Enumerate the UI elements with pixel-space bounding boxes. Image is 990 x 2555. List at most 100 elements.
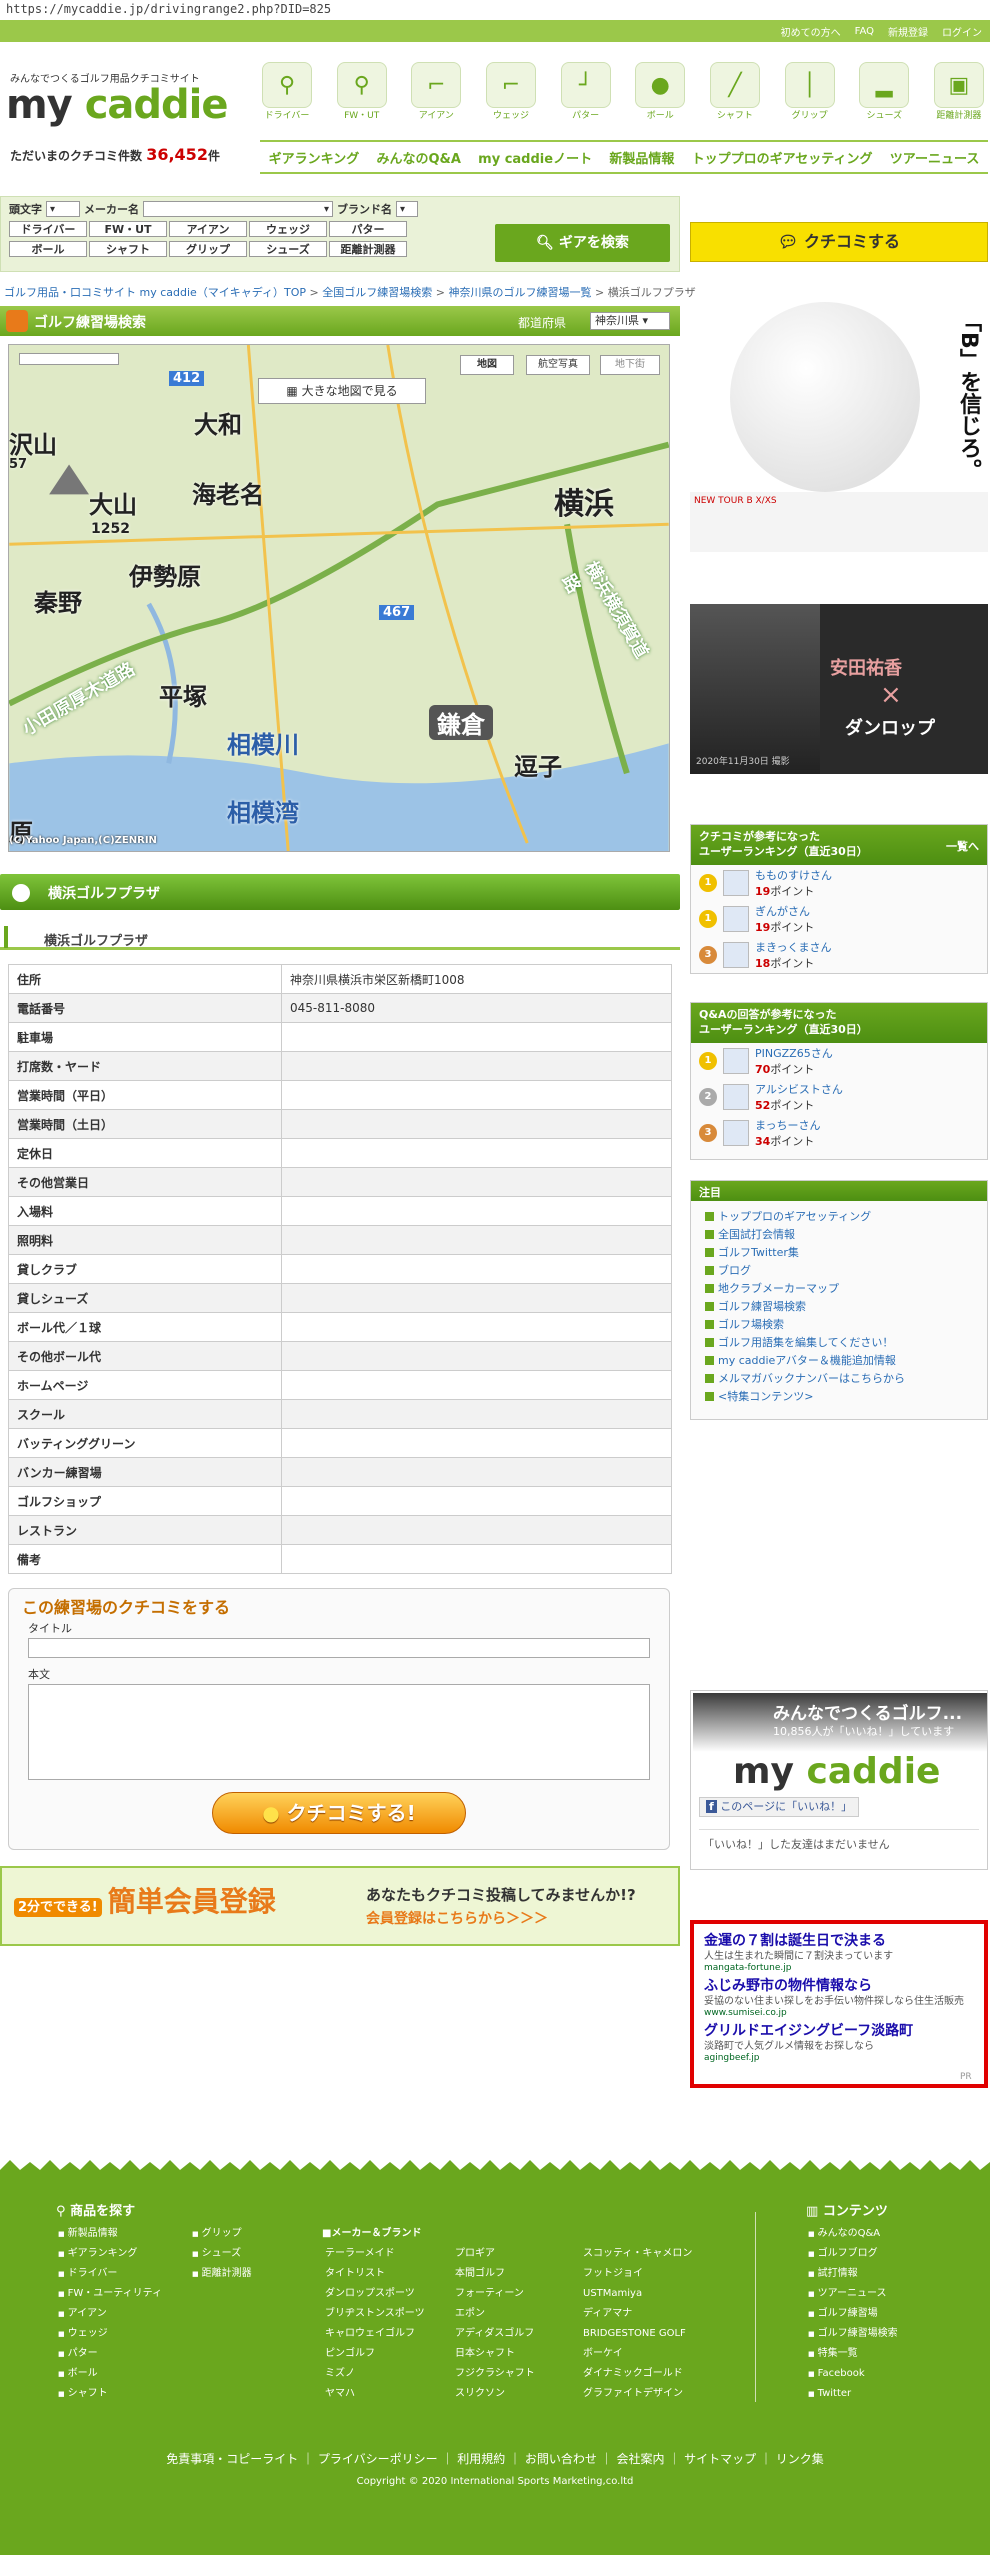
map-type-underground[interactable]: 地下街 [600,355,660,375]
footer-links[interactable]: 免責事項・コピーライト ｜ プライバシーポリシー ｜ 利用規約 ｜ お問い合わせ… [0,2450,990,2467]
featured-item[interactable]: ゴルフ場検索 [705,1315,987,1333]
brand-select[interactable]: ▾ [396,201,418,217]
ad-title[interactable]: 金運の７割は誕生日で決まる [704,1930,974,1950]
footer-link[interactable]: フジクラシャフト [452,2364,535,2384]
ranking-user[interactable]: もものすけさん [755,867,832,883]
featured-item[interactable]: トッププロのギアセッティング [705,1207,987,1225]
breadcrumb-kanagawa[interactable]: 神奈川県のゴルフ練習場一覧 [448,286,591,299]
search-shoes-button[interactable]: シューズ [249,241,327,257]
footer-link[interactable]: テーラーメイド [322,2244,425,2264]
footer-link[interactable]: グラファイトデザイン [580,2384,692,2404]
cat-ball[interactable]: ● ボール [631,62,689,121]
footer-link[interactable]: BRIDGESTONE GOLF [580,2324,692,2344]
footer-link[interactable]: ヤマハ [322,2384,425,2404]
initial-select[interactable]: ▾ [46,201,80,217]
search-grip-button[interactable]: グリップ [169,241,247,257]
footer-link[interactable]: スリクソン [452,2384,535,2404]
footer-link[interactable]: ダイナミックゴールド [580,2364,692,2384]
footer-link[interactable]: ウェッジ [58,2324,162,2344]
breadcrumb-range-search[interactable]: 全国ゴルフ練習場検索 [322,286,432,299]
kuchikomi-button[interactable]: 💬︎ クチコミする [690,222,988,262]
footer-link[interactable]: ツアーニュース [808,2284,898,2304]
search-putter-button[interactable]: パター [329,221,407,237]
cat-driver[interactable]: ⚲ ドライバー [258,62,316,121]
prefecture-select[interactable]: 神奈川県 ▾ [590,312,670,330]
maker-select[interactable]: ▾ [143,201,333,217]
site-logo[interactable]: my caddie [6,82,229,128]
search-driver-button[interactable]: ドライバー [9,221,87,237]
footer-link[interactable]: ゴルフブログ [808,2244,898,2264]
footer-link[interactable]: 距離計測器 [192,2264,252,2284]
search-ball-button[interactable]: ボール [9,241,87,257]
footer-link[interactable]: みんなのQ&A [808,2224,898,2244]
cat-iron[interactable]: ⌐ アイアン [407,62,465,121]
footer-link[interactable]: ギアランキング [58,2244,162,2264]
featured-item[interactable]: ブログ [705,1261,987,1279]
footer-link[interactable]: アディダスゴルフ [452,2324,535,2344]
ranking-user[interactable]: ぎんがさん [755,903,814,919]
dunlop-ad[interactable]: 安田祐香 × ダンロップ 2020年11月30日 撮影 [690,604,988,774]
ranking-user[interactable]: PINGZZ65さん [755,1045,833,1061]
footer-link[interactable]: 特集一覧 [808,2344,898,2364]
footer-link[interactable]: プロギア [452,2244,535,2264]
footer-link[interactable]: シャフト [58,2384,162,2404]
footer-link[interactable]: ピンゴルフ [322,2344,425,2364]
breadcrumb-top[interactable]: ゴルフ用品・口コミサイト my caddie（マイキャディ）TOP [4,286,306,299]
featured-item[interactable]: my caddieアバター＆機能追加情報 [705,1351,987,1369]
featured-item[interactable]: <特集コンテンツ> [705,1387,987,1405]
featured-item[interactable]: ゴルフ練習場検索 [705,1297,987,1315]
footer-link[interactable]: FW・ユーティリティ [58,2284,162,2304]
zoom-slider[interactable] [19,353,119,365]
cat-putter[interactable]: ┘ パター [557,62,615,121]
search-wedge-button[interactable]: ウェッジ [249,221,327,237]
footer-link[interactable]: USTMamiya [580,2284,692,2304]
footer-link[interactable]: パター [58,2344,162,2364]
big-map-button[interactable]: ▦ 大きな地図で見る [258,378,426,404]
search-shaft-button[interactable]: シャフト [89,241,167,257]
nav-note[interactable]: my caddieノート [478,148,592,167]
footer-link[interactable]: タイトリスト [322,2264,425,2284]
nav-gear-ranking[interactable]: ギアランキング [269,148,360,167]
ranking-user[interactable]: まきっくまさん [755,939,832,955]
cat-shaft[interactable]: ╱ シャフト [706,62,764,121]
footer-link[interactable]: フットジョイ [580,2264,692,2284]
featured-item[interactable]: 地クラブメーカーマップ [705,1279,987,1297]
cat-fwut[interactable]: ⚲ FW・UT [333,62,391,121]
footer-link[interactable]: エポン [452,2304,535,2324]
fb-like-button[interactable]: f このページに「いいね！」 [699,1797,860,1817]
footer-link[interactable]: Facebook [808,2364,898,2384]
featured-item[interactable]: メルマガバックナンバーはこちらから [705,1369,987,1387]
review-body-textarea[interactable] [28,1684,650,1780]
search-fwut-button[interactable]: FW・UT [89,221,167,237]
featured-item[interactable]: ゴルフTwitter集 [705,1243,987,1261]
cat-wedge[interactable]: ⌐ ウェッジ [482,62,540,121]
footer-link[interactable]: 本間ゴルフ [452,2264,535,2284]
ad-title[interactable]: グリルドエイジングビーフ淡路町 [704,2020,974,2040]
footer-link[interactable]: ダンロップスポーツ [322,2284,425,2304]
login-link[interactable]: ログイン [942,24,982,39]
ranking-user[interactable]: アルシビストさん [755,1081,843,1097]
register-link[interactable]: 会員登録はこちらから＞＞＞ [366,1908,548,1928]
map-type-aerial[interactable]: 航空写真 [526,355,590,375]
facebook-page-banner[interactable]: みんなでつくるゴルフ... 10,856人が「いいね！」しています my cad… [693,1693,987,1791]
footer-link[interactable]: ゴルフ練習場検索 [808,2324,898,2344]
beginner-link[interactable]: 初めての方へ [781,24,841,39]
featured-item[interactable]: 全国試打会情報 [705,1225,987,1243]
featured-item[interactable]: ゴルフ用語集を編集してください！ [705,1333,987,1351]
footer-link[interactable]: アイアン [58,2304,162,2324]
footer-link[interactable]: 試打情報 [808,2264,898,2284]
map-view[interactable]: 大和 海老名 横浜 大山 1252 伊勢原 秦野 平塚 相模川 鎌倉 逗子 相模… [8,344,670,852]
footer-link[interactable]: ブリヂストンスポーツ [322,2304,425,2324]
ad-url[interactable]: www.sumisei.co.jp [704,2008,974,2018]
footer-link[interactable]: ボーケイ [580,2344,692,2364]
bridgestone-ad[interactable]: 「B」を信じろ。 NEW TOUR B X/XS [690,302,988,552]
footer-link[interactable]: スコッティ・キャメロン [580,2244,692,2264]
cat-shoes[interactable]: ▂ シューズ [855,62,913,121]
ad-url[interactable]: mangata-fortune.jp [704,1963,974,1973]
footer-link[interactable]: ミズノ [322,2364,425,2384]
register-link[interactable]: 新規登録 [888,24,928,39]
nav-new-products[interactable]: 新製品情報 [609,148,674,167]
review-title-input[interactable] [28,1638,650,1658]
footer-link[interactable]: キャロウェイゴルフ [322,2324,425,2344]
ad-url[interactable]: agingbeef.jp [704,2053,974,2063]
